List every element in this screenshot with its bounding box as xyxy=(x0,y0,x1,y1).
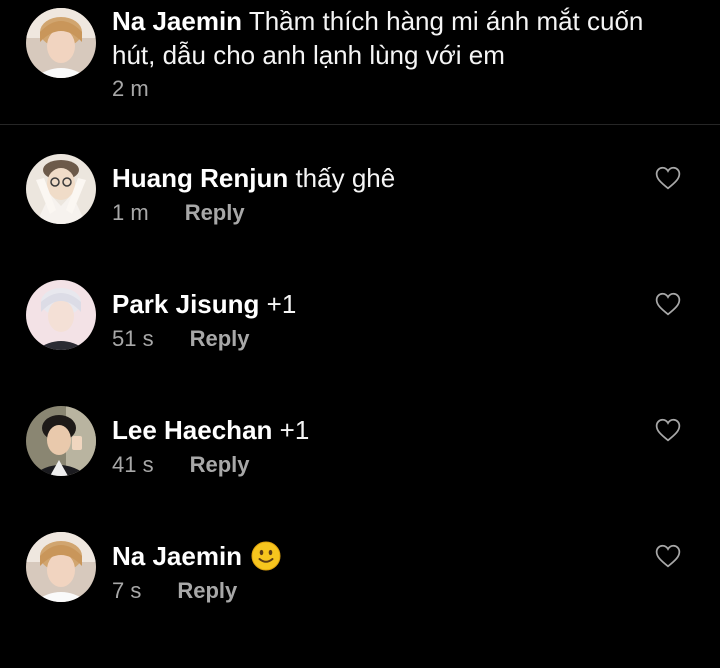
divider xyxy=(0,124,720,125)
avatar-photo xyxy=(26,406,96,476)
comment-time: 51 s xyxy=(112,326,154,351)
caption-username[interactable]: Na Jaemin xyxy=(112,6,242,36)
heart-icon[interactable] xyxy=(655,418,681,442)
caption-text-2: hút, dẫu cho anh lạnh lùng với em xyxy=(112,40,505,70)
reply-button[interactable]: Reply xyxy=(190,326,250,351)
comment-username[interactable]: Park Jisung xyxy=(112,289,259,319)
avatar[interactable] xyxy=(26,8,96,78)
comment-text: Huang Renjun thấy ghê xyxy=(112,161,395,195)
heart-icon[interactable] xyxy=(655,544,681,568)
heart-icon[interactable] xyxy=(655,292,681,316)
reply-button[interactable]: Reply xyxy=(177,578,237,603)
comment-text: Lee Haechan +1 xyxy=(112,413,309,447)
caption-line-1: Na Jaemin Thầm thích hàng mi ánh mắt cuố… xyxy=(112,4,643,38)
avatar[interactable] xyxy=(26,532,96,602)
avatar-photo xyxy=(26,532,96,602)
comment-time: 41 s xyxy=(112,452,154,477)
avatar-photo xyxy=(26,8,96,78)
comment-meta: 51 s Reply xyxy=(112,324,296,354)
reply-button[interactable]: Reply xyxy=(190,452,250,477)
caption-time: 2 m xyxy=(112,76,149,101)
avatar[interactable] xyxy=(26,154,96,224)
heart-icon[interactable] xyxy=(655,166,681,190)
avatar[interactable] xyxy=(26,280,96,350)
comment-meta: 7 s Reply xyxy=(112,576,281,606)
comment-body: +1 xyxy=(279,415,310,445)
comment-meta: 1 m Reply xyxy=(112,198,395,228)
comment-username[interactable]: Huang Renjun xyxy=(112,163,288,193)
comment-body: thấy ghê xyxy=(295,163,396,193)
avatar-photo xyxy=(26,154,96,224)
caption: Na Jaemin Thầm thích hàng mi ánh mắt cuố… xyxy=(0,0,720,124)
comment-text: Na Jaemin xyxy=(112,539,281,573)
comment-username[interactable]: Lee Haechan xyxy=(112,415,272,445)
comment-username[interactable]: Na Jaemin xyxy=(112,541,242,571)
slightly-smiling-face-icon xyxy=(251,541,281,571)
comment-time: 7 s xyxy=(112,578,142,603)
reply-button[interactable]: Reply xyxy=(185,200,245,225)
comment-time: 1 m xyxy=(112,200,149,225)
comment-body: +1 xyxy=(266,289,297,319)
avatar-photo xyxy=(26,280,96,350)
comment-text: Park Jisung +1 xyxy=(112,287,296,321)
avatar[interactable] xyxy=(26,406,96,476)
caption-text-1: Thầm thích hàng mi ánh mắt cuốn xyxy=(248,6,644,36)
comment-meta: 41 s Reply xyxy=(112,450,309,480)
